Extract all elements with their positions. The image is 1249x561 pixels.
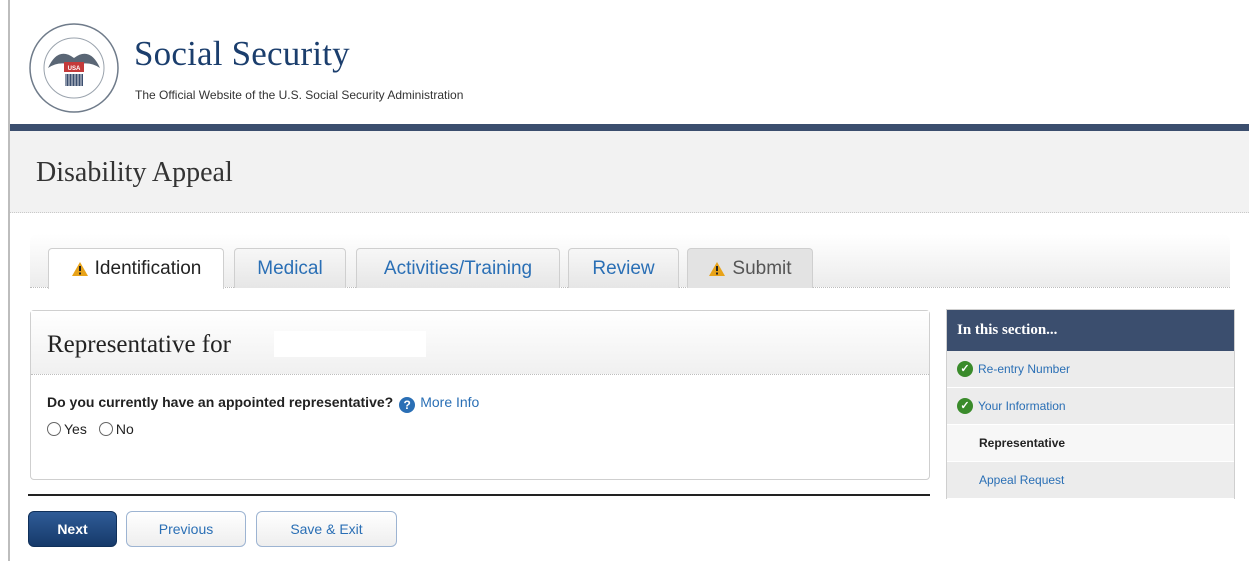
radio-label: Yes — [64, 421, 87, 437]
svg-text:USA: USA — [68, 66, 81, 72]
sidebar-item-appeal-request[interactable]: Appeal Request — [947, 462, 1234, 499]
help-icon[interactable]: ? — [399, 397, 416, 413]
card-header: Representative for — [31, 311, 929, 375]
tab-activities-training[interactable]: Activities/Training — [356, 248, 560, 288]
tab-label: Submit — [732, 257, 792, 279]
previous-button[interactable]: Previous — [126, 511, 246, 547]
site-subtitle: The Official Website of the U.S. Social … — [135, 88, 464, 102]
sidebar-item-representative: Representative — [947, 425, 1234, 462]
tab-identification[interactable]: Identification — [48, 248, 224, 289]
representative-question: Do you currently have an appointed repre… — [47, 394, 479, 413]
tab-label: Identification — [94, 258, 202, 279]
card-title: Representative for — [47, 331, 231, 358]
ssa-seal-logo[interactable]: USA — [28, 22, 120, 114]
warning-icon — [708, 261, 726, 277]
check-circle-icon: ✓ — [957, 398, 973, 414]
radio-label: No — [115, 421, 134, 437]
sidebar-item-label: Appeal Request — [979, 473, 1065, 487]
header-bar — [10, 124, 1249, 131]
redacted-name — [274, 331, 426, 357]
section-sidebar: In this section... ✓ Re-entry Number ✓ Y… — [946, 309, 1235, 499]
sidebar-item-your-information[interactable]: ✓ Your Information — [947, 388, 1234, 425]
radio-yes[interactable]: Yes — [47, 421, 87, 437]
representative-options: Yes No — [47, 421, 134, 437]
tab-label: Medical — [257, 257, 323, 279]
sidebar-item-re-entry-number[interactable]: ✓ Re-entry Number — [947, 351, 1234, 388]
more-info-link[interactable]: More Info — [420, 394, 479, 410]
radio-button[interactable] — [47, 422, 61, 436]
tab-label: Review — [592, 257, 655, 279]
tab-medical[interactable]: Medical — [234, 248, 346, 288]
radio-button[interactable] — [98, 422, 113, 436]
radio-no[interactable]: No — [98, 421, 134, 437]
site-title[interactable]: Social Security — [134, 34, 350, 74]
page-title: Disability Appeal — [36, 157, 233, 188]
tab-label: Activities/Training — [383, 257, 533, 279]
sidebar-item-label: Your Information — [978, 399, 1066, 413]
form-divider — [28, 494, 930, 496]
next-button[interactable]: Next — [28, 511, 117, 547]
tab-review[interactable]: Review — [568, 248, 679, 288]
page-title-band: Disability Appeal — [10, 131, 1249, 213]
sidebar-heading: In this section... — [947, 310, 1234, 351]
tab-submit[interactable]: Submit — [687, 248, 813, 288]
representative-card: Representative for Do you currently have… — [30, 310, 930, 480]
question-text: Do you currently have an appointed repre… — [47, 394, 394, 410]
site-header: USA Social Security The Official Website… — [10, 0, 1249, 124]
sidebar-item-label: Representative — [979, 436, 1066, 450]
save-exit-button[interactable]: Save & Exit — [256, 511, 397, 547]
check-circle-icon: ✓ — [957, 361, 973, 377]
sidebar-item-label: Re-entry Number — [978, 362, 1071, 376]
tab-strip: Identification Medical Activities/Traini… — [30, 234, 1230, 289]
warning-icon — [71, 261, 89, 277]
